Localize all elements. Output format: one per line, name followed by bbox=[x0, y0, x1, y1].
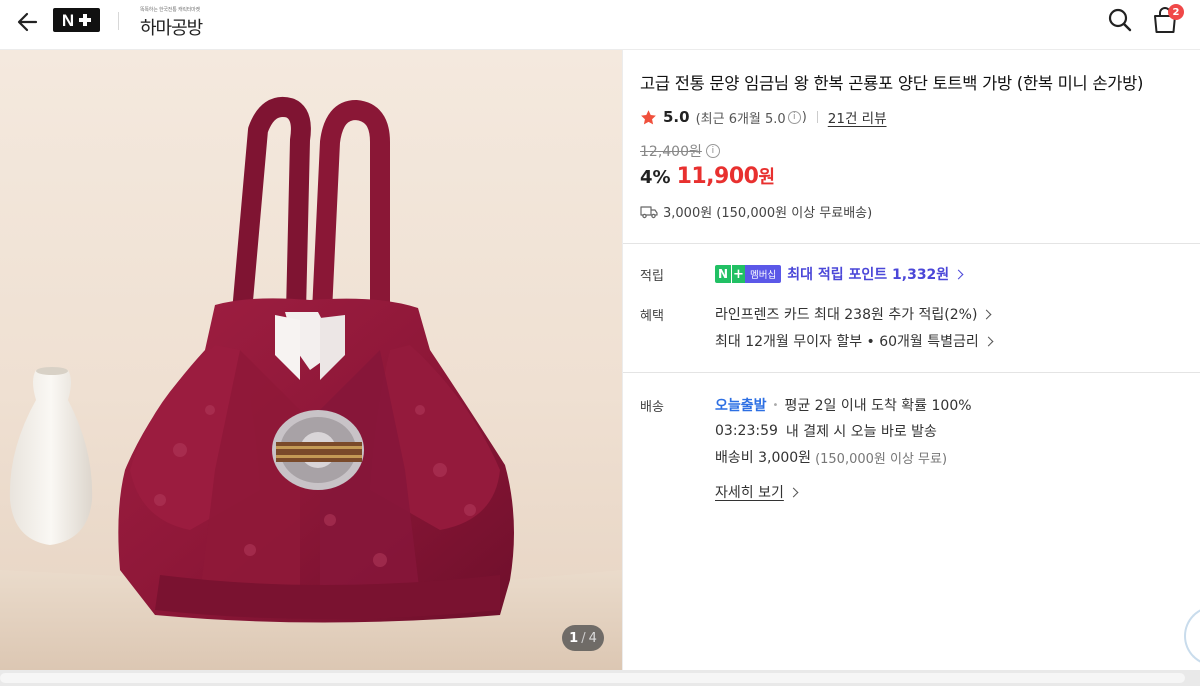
countdown-timer: 03:23:59 bbox=[715, 423, 778, 439]
delivery-detail-link[interactable]: 자세히 보기 bbox=[715, 482, 799, 502]
info-icon[interactable]: i bbox=[787, 110, 801, 124]
delivery-fee: 배송비 3,000원 bbox=[715, 450, 812, 466]
points-text: 최대 적립 포인트 1,332원 bbox=[787, 267, 950, 283]
chevron-right-icon bbox=[983, 336, 994, 346]
image-page-indicator: 1 / 4 bbox=[562, 625, 604, 651]
cart-count-badge: 2 bbox=[1168, 4, 1184, 20]
delivery-label: 배송 bbox=[640, 400, 664, 415]
store-tagline: 똑똑하는 한국전통 캐릭터마켓 bbox=[140, 7, 200, 13]
rating-recent: (최근 6개월 5.0 bbox=[695, 111, 786, 127]
today-shipping-label: 오늘출발 bbox=[715, 398, 767, 414]
chevron-right-icon bbox=[981, 309, 992, 319]
store-brand-logo[interactable]: 똑똑하는 한국전통 캐릭터마켓 하마공방 bbox=[140, 6, 220, 40]
original-price: 12,400원 bbox=[640, 144, 702, 160]
header-divider bbox=[118, 12, 119, 30]
search-icon[interactable] bbox=[1106, 6, 1134, 34]
delivery-fee-row: 배송비 3,000원 (150,000원 이상 무료) bbox=[715, 447, 947, 467]
sale-price: 11,900 bbox=[676, 164, 759, 189]
original-price-row: 12,400원 i bbox=[640, 141, 721, 161]
shipping-text: 3,000원 (150,000원 이상 무료배송) bbox=[663, 206, 873, 221]
rating-recent-close: ) bbox=[801, 109, 807, 125]
top-header: N 똑똑하는 한국전통 캐릭터마켓 하마공방 2 bbox=[0, 0, 1200, 50]
plus-icon bbox=[79, 14, 92, 26]
scrollbar-thumb[interactable] bbox=[0, 673, 1185, 683]
today-shipping-row: 오늘출발 • 평균 2일 이내 도착 확률 100% bbox=[715, 395, 972, 415]
shopping-bag-button[interactable]: 2 bbox=[1150, 4, 1184, 36]
chevron-right-icon bbox=[788, 487, 799, 497]
product-image[interactable]: 1 / 4 bbox=[0, 50, 622, 670]
hanbok-bag-illustration bbox=[0, 97, 622, 670]
column-divider bbox=[622, 50, 623, 670]
rating-value: 5.0 bbox=[663, 108, 690, 126]
section-divider bbox=[623, 243, 1200, 244]
countdown-row: 03:23:59 내 결제 시 오늘 바로 발송 bbox=[715, 421, 937, 441]
store-name: 하마공방 bbox=[140, 18, 203, 39]
points-link[interactable]: N + 멤버십 최대 적립 포인트 1,332원 bbox=[715, 264, 964, 284]
price-row: 4% 11,900 원 bbox=[640, 163, 775, 189]
rating-row: 5.0 (최근 6개월 5.0 i ) 21건 리뷰 bbox=[640, 107, 887, 127]
price-info-icon[interactable]: i bbox=[705, 144, 720, 158]
review-count-link[interactable]: 21건 리뷰 bbox=[828, 107, 887, 127]
countdown-text: 내 결제 시 오늘 바로 발송 bbox=[785, 424, 937, 440]
product-title: 고급 전통 문양 임금님 왕 한복 곤룡포 양단 토트백 가방 (한복 미니 손… bbox=[640, 74, 1144, 93]
chevron-right-icon bbox=[953, 269, 964, 279]
installment-benefit-link[interactable]: 최대 12개월 무이자 할부 • 60개월 특별금리 bbox=[715, 331, 994, 351]
shipping-row: 3,000원 (150,000원 이상 무료배송) bbox=[640, 202, 872, 221]
delivery-fee-note: (150,000원 이상 무료) bbox=[815, 451, 948, 467]
floating-chat-widget[interactable] bbox=[1184, 606, 1200, 666]
rating-separator bbox=[816, 111, 818, 123]
truck-icon bbox=[640, 205, 658, 218]
naver-plus-membership-badge: N + 멤버십 bbox=[715, 265, 782, 283]
naver-plus-logo[interactable]: N bbox=[53, 8, 100, 32]
arrival-text: 평균 2일 이내 도착 확률 100% bbox=[784, 398, 972, 414]
discount-rate: 4% bbox=[640, 167, 671, 188]
star-icon bbox=[641, 109, 656, 124]
points-label: 적립 bbox=[640, 269, 664, 284]
section-divider bbox=[623, 372, 1200, 373]
price-unit: 원 bbox=[758, 167, 776, 188]
benefits-label: 혜택 bbox=[640, 309, 664, 324]
back-arrow-icon[interactable] bbox=[14, 8, 42, 36]
card-benefit-link[interactable]: 라인프렌즈 카드 최대 238원 추가 적립(2%) bbox=[715, 304, 992, 324]
